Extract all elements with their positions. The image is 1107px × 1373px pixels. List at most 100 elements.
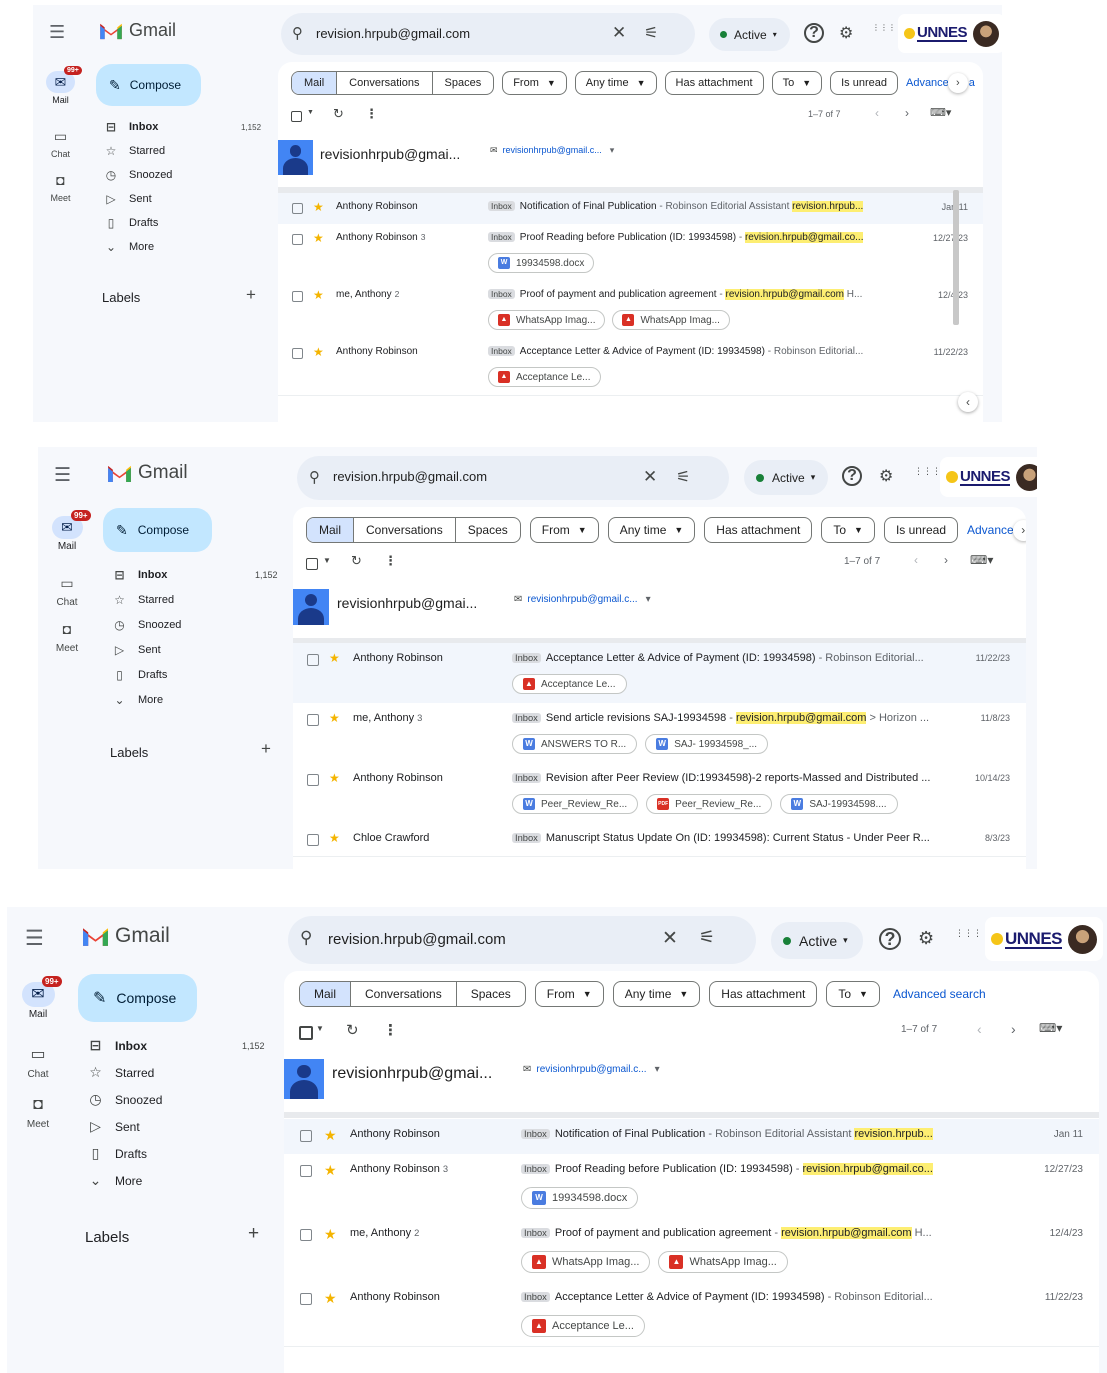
rail-mail[interactable]: ✉ Mail xyxy=(33,71,88,105)
rail-mail[interactable]: ✉ Mail xyxy=(7,982,69,1020)
status-active[interactable]: Active ▾ xyxy=(709,18,790,51)
nav-starred[interactable]: ☆ Starred xyxy=(107,587,280,612)
advanced-search-link[interactable]: Advanced search xyxy=(893,987,986,1001)
nav-drafts[interactable]: ▯ Drafts xyxy=(82,1140,269,1167)
select-all-checkbox[interactable] xyxy=(299,1026,313,1040)
rail-meet[interactable]: ◘ Meet xyxy=(33,169,88,203)
select-dropdown-icon[interactable]: ▼ xyxy=(323,556,331,565)
segment-conversations[interactable]: Conversations xyxy=(354,518,456,542)
segment-mail[interactable]: Mail xyxy=(300,982,352,1006)
keyboard-icon[interactable]: ⌨▾ xyxy=(970,553,993,567)
prev-page-icon[interactable]: ‹ xyxy=(977,1021,982,1037)
segment-spaces[interactable]: Spaces xyxy=(433,72,494,94)
attachment-chip[interactable]: PDF Peer_Review_Re... xyxy=(646,794,773,814)
next-page-icon[interactable]: › xyxy=(905,106,909,120)
filter-has-attachment[interactable]: Has attachment xyxy=(709,981,818,1007)
next-page-icon[interactable]: › xyxy=(1011,1021,1016,1037)
nav-inbox[interactable]: ⊟ Inbox 1,152 xyxy=(82,1032,269,1059)
search-options-icon[interactable]: ⚟ xyxy=(676,467,690,487)
nav-sent[interactable]: ▷ Sent xyxy=(82,1113,269,1140)
row-checkbox[interactable] xyxy=(307,774,319,786)
advanced-search-link[interactable]: Advance xyxy=(906,77,949,89)
clear-search-icon[interactable]: ✕ xyxy=(643,467,657,487)
search-bar[interactable]: ⚲ revision.hrpub@gmail.com ✕ ⚟ xyxy=(288,916,756,964)
refresh-icon[interactable]: ↻ xyxy=(333,106,344,122)
keyboard-icon[interactable]: ⌨▾ xyxy=(930,106,951,119)
nav-more[interactable]: ⌄ More xyxy=(99,235,265,259)
segment-spaces[interactable]: Spaces xyxy=(457,982,525,1006)
compose-button[interactable]: ✎ Compose xyxy=(96,64,201,106)
segment-conversations[interactable]: Conversations xyxy=(351,982,457,1006)
row-checkbox[interactable] xyxy=(300,1229,312,1241)
select-all-checkbox[interactable] xyxy=(306,558,318,570)
prev-page-icon[interactable]: ‹ xyxy=(914,553,918,567)
row-checkbox[interactable] xyxy=(292,234,303,245)
settings-icon[interactable]: ⚙ xyxy=(839,23,853,43)
row-checkbox[interactable] xyxy=(292,348,303,359)
row-checkbox[interactable] xyxy=(300,1130,312,1142)
gmail-logo[interactable]: Gmail xyxy=(107,462,188,484)
row-checkbox[interactable] xyxy=(307,654,319,666)
email-row[interactable]: ★ Anthony Robinson Inbox Acceptance Letter … xyxy=(278,338,983,396)
rail-meet[interactable]: ◘ Meet xyxy=(38,618,96,654)
attachment-chip[interactable]: ▲ WhatsApp Imag... xyxy=(658,1251,788,1273)
segment-mail[interactable]: Mail xyxy=(307,518,355,542)
account-brand[interactable]: UNNES xyxy=(985,917,1104,961)
star-icon[interactable]: ★ xyxy=(324,1290,337,1307)
nav-inbox[interactable]: ⊟ Inbox 1,152 xyxy=(107,562,280,587)
attachment-chip[interactable]: W 19934598.docx xyxy=(521,1187,639,1209)
attachment-chip[interactable]: ▲ WhatsApp Imag... xyxy=(521,1251,651,1273)
filter-from[interactable]: From ▼ xyxy=(534,981,604,1007)
search-icon[interactable]: ⚲ xyxy=(300,928,312,948)
help-icon[interactable]: ? xyxy=(804,23,824,43)
search-icon[interactable]: ⚲ xyxy=(309,468,320,486)
account-brand[interactable]: UNNES xyxy=(940,457,1037,497)
segment-spaces[interactable]: Spaces xyxy=(456,518,520,542)
chevron-right-icon[interactable]: › xyxy=(1012,519,1026,541)
apps-grid-icon[interactable]: ⋮⋮⋮ xyxy=(955,928,982,939)
filter-any-time[interactable]: Any time ▼ xyxy=(612,981,701,1007)
gmail-logo[interactable]: Gmail xyxy=(82,924,170,948)
star-icon[interactable]: ★ xyxy=(329,651,340,665)
nav-starred[interactable]: ☆ Starred xyxy=(99,139,265,163)
star-icon[interactable]: ★ xyxy=(324,1226,337,1243)
account-email[interactable]: ✉ revisionhrpub@gmail.c... ▾ xyxy=(523,1064,660,1075)
email-row[interactable]: ★ Anthony Robinson Inbox Revision after Pee… xyxy=(293,763,1026,824)
star-icon[interactable]: ★ xyxy=(324,1162,337,1179)
status-active[interactable]: Active ▾ xyxy=(744,460,828,495)
account-brand[interactable]: UNNES xyxy=(898,14,1002,53)
row-checkbox[interactable] xyxy=(292,203,303,214)
star-icon[interactable]: ★ xyxy=(329,831,340,845)
filter-from[interactable]: From ▼ xyxy=(529,517,599,543)
compose-button[interactable]: ✎ Compose xyxy=(78,974,197,1022)
help-icon[interactable]: ? xyxy=(842,466,862,486)
advanced-search-link[interactable]: Advance xyxy=(967,523,1014,537)
rail-chat[interactable]: ▭ Chat xyxy=(38,572,96,608)
nav-more[interactable]: ⌄ More xyxy=(82,1167,269,1194)
email-row[interactable]: ★ Anthony Robinson Inbox Acceptance Letter … xyxy=(293,643,1026,704)
attachment-chip[interactable]: W Peer_Review_Re... xyxy=(512,794,639,814)
account-email[interactable]: ✉ revisionhrpub@gmail.c... ▾ xyxy=(514,594,651,605)
segment-mail[interactable]: Mail xyxy=(292,72,338,94)
row-checkbox[interactable] xyxy=(307,714,319,726)
settings-icon[interactable]: ⚙ xyxy=(918,928,934,949)
nav-drafts[interactable]: ▯ Drafts xyxy=(99,211,265,235)
filter-any-time[interactable]: Any time ▼ xyxy=(607,517,696,543)
select-all-checkbox[interactable] xyxy=(291,111,302,122)
rail-chat[interactable]: ▭ Chat xyxy=(33,125,88,159)
filter-is-unread[interactable]: Is unread xyxy=(883,517,958,543)
more-options-icon[interactable]: ⋮ xyxy=(383,1021,398,1039)
attachment-chip[interactable]: ▲ Acceptance Le... xyxy=(512,674,627,694)
more-options-icon[interactable]: ⋮ xyxy=(365,106,378,122)
apps-grid-icon[interactable]: ⋮⋮⋮ xyxy=(872,23,896,32)
add-label-icon[interactable]: + xyxy=(246,285,256,305)
email-row[interactable]: ★ me, Anthony 3 Inbox Send article revisions… xyxy=(293,703,1026,764)
search-query[interactable]: revision.hrpub@gmail.com xyxy=(316,26,470,41)
email-row[interactable]: ★ me, Anthony 2 Inbox Proof of payment and p… xyxy=(278,281,983,339)
search-query[interactable]: revision.hrpub@gmail.com xyxy=(333,469,487,484)
star-icon[interactable]: ★ xyxy=(329,711,340,725)
profile-avatar[interactable] xyxy=(973,20,1000,47)
row-checkbox[interactable] xyxy=(292,291,303,302)
nav-snoozed[interactable]: ◷ Snoozed xyxy=(82,1086,269,1113)
more-options-icon[interactable]: ⋮ xyxy=(384,553,397,569)
